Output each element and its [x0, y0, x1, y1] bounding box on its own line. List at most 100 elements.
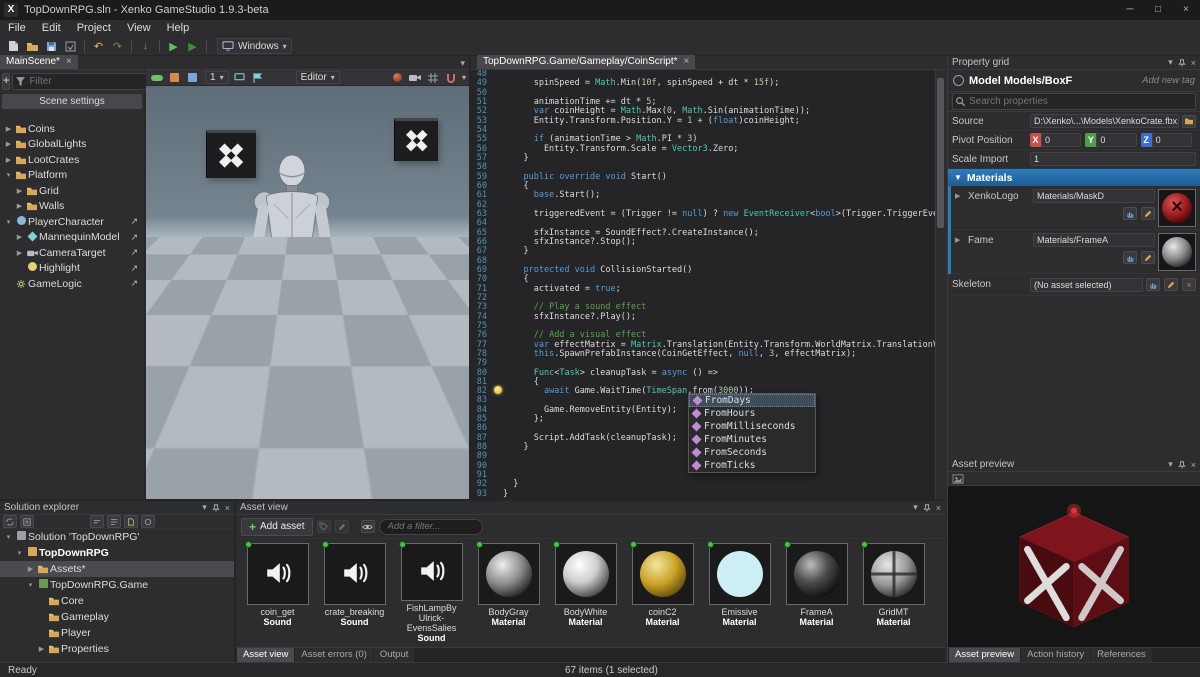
- refresh-icon[interactable]: [141, 515, 155, 528]
- asset-card-crate-breaking[interactable]: crate_breakingSound: [319, 543, 390, 643]
- pivot-y-field[interactable]: 0: [1096, 133, 1136, 147]
- material-row-xenkologo[interactable]: ▶ XenkoLogo Materials/MaskD ×: [951, 186, 1200, 230]
- code-line-74[interactable]: 74 sfxInstance?.Play();: [471, 313, 935, 322]
- pivot-x-field[interactable]: 0: [1041, 133, 1081, 147]
- expander-icon[interactable]: ▾: [14, 549, 25, 557]
- source-path-field[interactable]: D:\Xenko\...\Models\XenkoCrate.fbx: [1030, 114, 1179, 128]
- solution-tree-item-assets[interactable]: ▶Assets*: [0, 561, 234, 577]
- build-icon[interactable]: ↓: [137, 39, 154, 54]
- scene-tree-item-globallights[interactable]: ▶GlobalLights: [0, 137, 144, 153]
- play-remote-icon[interactable]: ▶: [184, 39, 201, 54]
- material-reference-field[interactable]: Materials/MaskD: [1033, 189, 1155, 203]
- asset-card-bodywhite[interactable]: BodyWhiteMaterial: [550, 543, 621, 643]
- code-line-56[interactable]: 56 Entity.Transform.Scale = Vector3.Zero…: [471, 145, 935, 154]
- magnet-icon[interactable]: [444, 71, 459, 84]
- material-thumbnail[interactable]: [1158, 233, 1196, 271]
- code-scrollbar[interactable]: [935, 70, 945, 499]
- chevron-down-icon[interactable]: ▾: [913, 502, 918, 513]
- screen-icon[interactable]: [232, 71, 247, 84]
- code-line-67[interactable]: 67 }: [471, 247, 935, 256]
- scene-tree-item-highlight[interactable]: Highlight↗: [0, 261, 144, 277]
- code-line-61[interactable]: 61 base.Start();: [471, 191, 935, 200]
- loot-crate[interactable]: [394, 118, 438, 161]
- tab-asset-preview[interactable]: Asset preview: [949, 648, 1020, 662]
- browse-folder-button[interactable]: [1182, 115, 1196, 128]
- pin-icon[interactable]: [212, 504, 220, 512]
- code-line-49[interactable]: 49 spinSpeed = Math.Min(10f, spinSpeed +…: [471, 79, 935, 88]
- expander-icon[interactable]: ▶: [14, 249, 25, 257]
- scene-settings-button[interactable]: Scene settings: [2, 94, 142, 109]
- expander-icon[interactable]: ▶: [36, 645, 47, 653]
- code-editor[interactable]: 4849 spinSpeed = Math.Min(10f, spinSpeed…: [471, 70, 935, 499]
- scene-tree-item-gamelogic[interactable]: GameLogic↗: [0, 276, 144, 292]
- asset-thumbnail[interactable]: [863, 543, 925, 605]
- scene-filter-input[interactable]: [12, 73, 165, 90]
- asset-card-coinc2[interactable]: coinC2Material: [627, 543, 698, 643]
- collapse-all-icon[interactable]: [90, 515, 104, 528]
- tab-asset-view[interactable]: Asset view: [237, 648, 294, 662]
- asset-card-gridmt[interactable]: GridMTMaterial: [858, 543, 929, 643]
- expander-icon[interactable]: ▶: [14, 202, 25, 210]
- material-thumbnail[interactable]: ×: [1158, 189, 1196, 227]
- expander-icon[interactable]: ▶: [14, 233, 25, 241]
- viewport-3d[interactable]: 1▾ Editor ▾ ▾: [146, 70, 469, 499]
- show-files-icon[interactable]: [124, 515, 138, 528]
- lightbulb-icon[interactable]: [494, 386, 502, 394]
- hand-pick-button[interactable]: [1146, 278, 1160, 291]
- close-icon[interactable]: ×: [936, 503, 941, 513]
- add-asset-button[interactable]: + Add asset: [241, 518, 313, 536]
- grid-snap-icon[interactable]: [426, 71, 441, 84]
- expander-icon[interactable]: ▾: [3, 171, 14, 179]
- scene-tree-item-mannequinmodel[interactable]: ▶MannequinModel↗: [0, 230, 144, 246]
- scene-tree-item-grid[interactable]: ▶Grid: [0, 183, 144, 199]
- materials-section-header[interactable]: ▼ Materials: [948, 169, 1200, 186]
- chevron-down-icon[interactable]: ▾: [1168, 57, 1173, 68]
- autocomplete-item-fromseconds[interactable]: FromSeconds: [689, 446, 815, 459]
- chevron-down-icon[interactable]: ▾: [202, 502, 207, 513]
- play-icon[interactable]: ▶: [165, 39, 182, 54]
- scene-tree-item-walls[interactable]: ▶Walls: [0, 199, 144, 215]
- asset-thumbnail[interactable]: [247, 543, 309, 605]
- tab-output[interactable]: Output: [374, 648, 415, 662]
- photo-icon[interactable]: [952, 474, 964, 484]
- mannequin-character[interactable]: [246, 144, 338, 466]
- eye-icon[interactable]: [361, 520, 375, 533]
- export-icon[interactable]: [62, 39, 79, 54]
- asset-card-framea[interactable]: FrameAMaterial: [781, 543, 852, 643]
- menu-view[interactable]: View: [119, 20, 159, 37]
- sync-icon[interactable]: [3, 515, 17, 528]
- chevron-down-icon[interactable]: ▾: [460, 58, 465, 69]
- code-line-78[interactable]: 78 this.SpawnPrefabInstance(CoinGetEffec…: [471, 350, 935, 359]
- material-reference-field[interactable]: Materials/FrameA: [1033, 233, 1155, 247]
- scene-tree-item-cameratarget[interactable]: ▶CameraTarget↗: [0, 245, 144, 261]
- pin-icon[interactable]: [1178, 461, 1186, 469]
- scene-tree-item-platform[interactable]: ▾Platform: [0, 168, 144, 184]
- scrollbar-thumb[interactable]: [937, 78, 944, 228]
- close-icon[interactable]: ×: [225, 503, 230, 513]
- expander-icon[interactable]: ▾: [3, 218, 14, 226]
- solution-tree-item-topdownrpg-game[interactable]: ▾TopDownRPG.Game: [0, 577, 234, 593]
- properties-icon[interactable]: [20, 515, 34, 528]
- code-line-66[interactable]: 66 sfxInstance?.Stop();: [471, 238, 935, 247]
- minimize-button[interactable]: ─: [1116, 0, 1144, 20]
- lighting-icon[interactable]: [185, 71, 200, 84]
- material-sphere-icon[interactable]: [390, 71, 405, 84]
- expander-icon[interactable]: ▶: [3, 140, 14, 148]
- pivot-z-field[interactable]: 0: [1152, 133, 1192, 147]
- code-line-93[interactable]: 93}: [471, 490, 935, 499]
- asset-thumbnail[interactable]: [786, 543, 848, 605]
- asset-card-fishlampby-ulrick-evenssalies[interactable]: FishLampBy Ulrick-EvensSaliesSound: [396, 543, 467, 643]
- scene-tree-item-lootcrates[interactable]: ▶LootCrates: [0, 152, 144, 168]
- solution-tree-item-player[interactable]: Player: [0, 625, 234, 641]
- scale-import-field[interactable]: 1: [1030, 152, 1196, 166]
- camera-icon[interactable]: [408, 71, 423, 84]
- maximize-button[interactable]: □: [1144, 0, 1172, 20]
- add-entity-button[interactable]: +: [2, 73, 10, 90]
- scene-tree-item-coins[interactable]: ▶Coins: [0, 121, 144, 137]
- solution-tree-item-core[interactable]: Core: [0, 593, 234, 609]
- menu-edit[interactable]: Edit: [34, 20, 69, 37]
- redo-icon[interactable]: ↷: [109, 39, 126, 54]
- code-line-80[interactable]: 80 Func<Task> cleanupTask = async () =>: [471, 369, 935, 378]
- pin-icon[interactable]: [923, 504, 931, 512]
- windows-platform-dropdown[interactable]: Windows ▾: [217, 38, 292, 54]
